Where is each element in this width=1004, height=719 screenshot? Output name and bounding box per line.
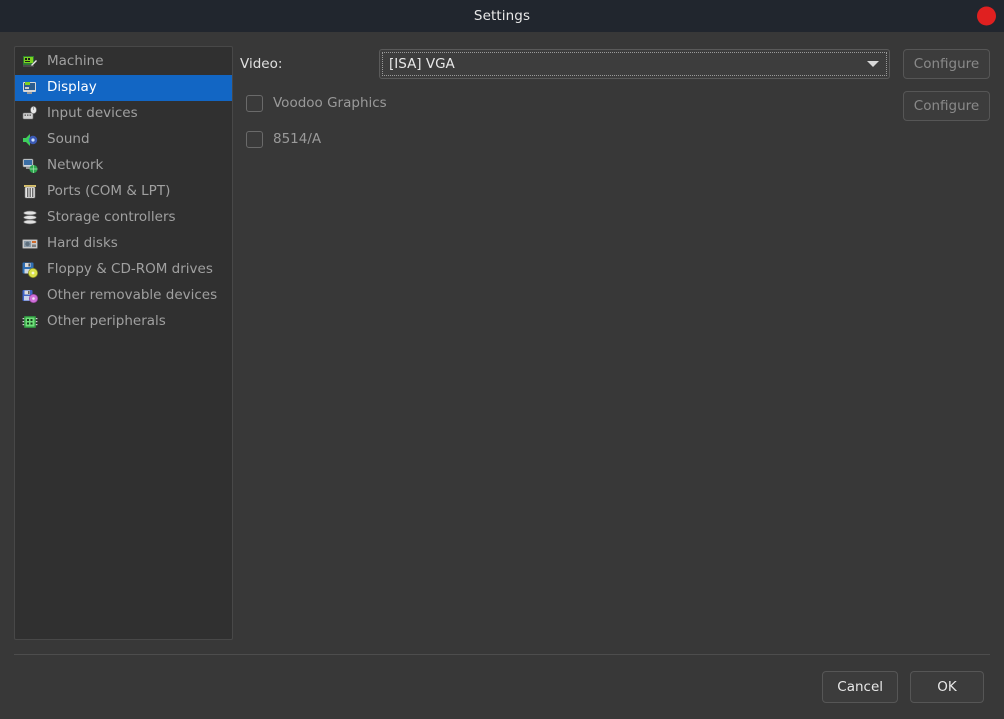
sidebar-item-sound[interactable]: Sound: [15, 127, 232, 153]
sidebar-item-other-removable-devices[interactable]: Other removable devices: [15, 283, 232, 309]
dialog-footer: Cancel OK: [14, 654, 990, 719]
configure-video-button[interactable]: Configure: [903, 49, 990, 79]
other-peripherals-icon: [22, 314, 38, 330]
sidebar-item-other-peripherals[interactable]: Other peripherals: [15, 309, 232, 335]
sidebar-item-floppy-cdrom[interactable]: Floppy & CD-ROM drives: [15, 257, 232, 283]
network-icon: [22, 158, 38, 174]
settings-category-list[interactable]: Machine Display Input devices Sound Netw…: [14, 46, 233, 640]
configure-voodoo-button[interactable]: Configure: [903, 91, 990, 121]
display-settings-pane: Video: [ISA] VGA Voodoo Graphics 8514/A …: [233, 46, 990, 640]
close-circle-icon[interactable]: [977, 6, 996, 26]
video-select[interactable]: [ISA] VGA: [379, 49, 890, 79]
sidebar-item-hard-disks[interactable]: Hard disks: [15, 231, 232, 257]
focus-outline: [382, 52, 887, 76]
video-row: Video: [ISA] VGA: [240, 48, 990, 80]
sidebar-item-label: Input devices: [47, 105, 138, 122]
other-removable-devices-icon: [22, 288, 38, 304]
settings-dialog: Settings Machine Display Input devices S…: [0, 0, 1004, 719]
display-icon: [22, 80, 38, 96]
sidebar-item-label: Floppy & CD-ROM drives: [47, 261, 213, 278]
chevron-down-icon: [867, 61, 879, 67]
mach8514-row: 8514/A: [240, 126, 990, 152]
sidebar-item-ports[interactable]: Ports (COM & LPT): [15, 179, 232, 205]
sound-icon: [22, 132, 38, 148]
sidebar-item-label: Other peripherals: [47, 313, 166, 330]
sidebar-item-display[interactable]: Display: [15, 75, 232, 101]
ok-button[interactable]: OK: [910, 671, 984, 703]
sidebar-item-machine[interactable]: Machine: [15, 49, 232, 75]
floppy-cdrom-icon: [22, 262, 38, 278]
sidebar-item-storage-controllers[interactable]: Storage controllers: [15, 205, 232, 231]
title-bar: Settings: [0, 0, 1004, 32]
window-title: Settings: [473, 8, 531, 24]
sidebar-item-label: Hard disks: [47, 235, 118, 252]
sidebar-item-label: Sound: [47, 131, 90, 148]
video-select-value: [ISA] VGA: [389, 56, 455, 72]
sidebar-item-label: Machine: [47, 53, 104, 70]
voodoo-checkbox[interactable]: [246, 94, 263, 112]
sidebar-item-label: Other removable devices: [47, 287, 218, 304]
mach8514-checkbox[interactable]: [246, 130, 263, 148]
sidebar-item-network[interactable]: Network: [15, 153, 232, 179]
sidebar-item-label: Network: [47, 157, 104, 174]
input-devices-icon: [22, 106, 38, 122]
hard-disks-icon: [22, 236, 38, 252]
voodoo-label: Voodoo Graphics: [273, 95, 387, 111]
machine-icon: [22, 54, 38, 70]
sidebar-item-label: Storage controllers: [47, 209, 176, 226]
mach8514-label: 8514/A: [273, 131, 322, 147]
dialog-body: Machine Display Input devices Sound Netw…: [0, 32, 1004, 640]
ports-icon: [22, 184, 38, 200]
cancel-button[interactable]: Cancel: [822, 671, 898, 703]
video-label: Video:: [240, 56, 283, 72]
sidebar-item-label: Display: [47, 79, 97, 96]
storage-controllers-icon: [22, 210, 38, 226]
sidebar-item-label: Ports (COM & LPT): [47, 183, 171, 200]
voodoo-row: Voodoo Graphics: [240, 90, 990, 116]
sidebar-item-input-devices[interactable]: Input devices: [15, 101, 232, 127]
